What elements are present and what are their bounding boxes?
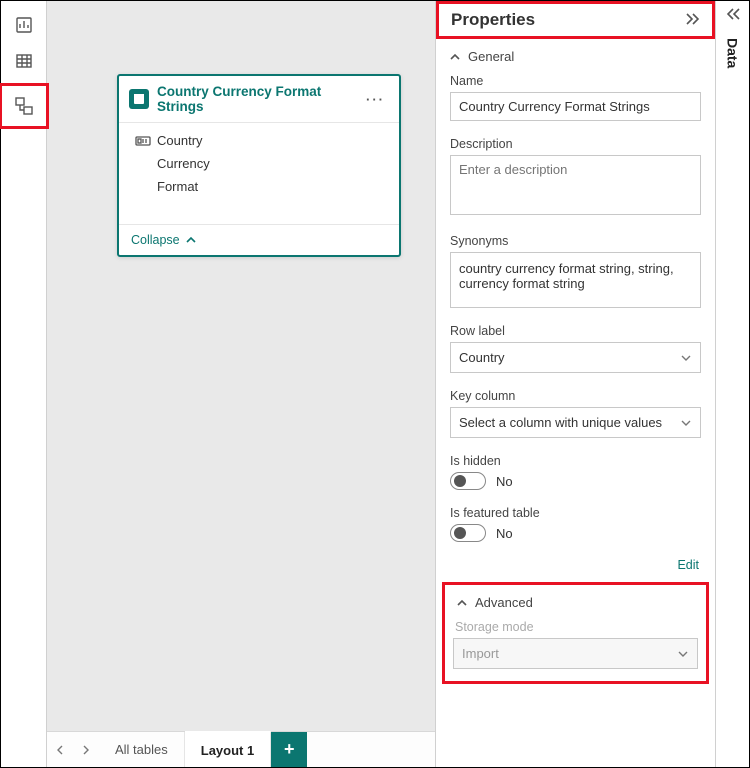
- tab-layout-1[interactable]: Layout 1: [185, 731, 271, 767]
- table-field-list: Country Currency Format: [119, 123, 399, 200]
- chevron-down-icon: [680, 418, 692, 428]
- tab-prev-button[interactable]: [47, 732, 73, 767]
- table-card-title: Country Currency Format Strings: [157, 84, 362, 114]
- advanced-section-label: Advanced: [475, 595, 533, 610]
- model-view-highlight: [0, 83, 49, 129]
- collapse-properties-button[interactable]: [684, 12, 702, 29]
- left-nav-rail: [1, 1, 47, 767]
- table-more-button[interactable]: ···: [362, 92, 389, 107]
- chevron-down-icon: [680, 353, 692, 363]
- tab-all-tables[interactable]: All tables: [99, 732, 185, 767]
- report-view-button[interactable]: [4, 9, 44, 41]
- advanced-section-highlight: Advanced Storage mode Import: [442, 582, 709, 684]
- name-label: Name: [450, 74, 701, 88]
- chevron-up-icon: [457, 598, 467, 608]
- expand-data-pane-button[interactable]: [724, 7, 742, 24]
- name-input[interactable]: [450, 92, 701, 121]
- properties-header: Properties: [436, 1, 715, 39]
- properties-panel: Properties General Name Description Syno…: [435, 1, 715, 767]
- synonyms-input[interactable]: country currency format string, string, …: [450, 252, 701, 308]
- advanced-section-header[interactable]: Advanced: [453, 591, 698, 614]
- table-field-row[interactable]: Currency: [119, 152, 399, 175]
- chevron-down-icon: [677, 649, 689, 659]
- field-label: Currency: [153, 156, 210, 171]
- properties-title: Properties: [451, 10, 535, 30]
- chevron-up-icon: [450, 52, 460, 62]
- collapse-label: Collapse: [131, 233, 180, 247]
- model-canvas[interactable]: Country Currency Format Strings ··· Coun…: [47, 1, 435, 767]
- tab-next-button[interactable]: [73, 732, 99, 767]
- table-field-row[interactable]: Country: [119, 129, 399, 152]
- table-field-row[interactable]: Format: [119, 175, 399, 198]
- description-label: Description: [450, 137, 701, 151]
- storage-mode-label: Storage mode: [453, 614, 698, 638]
- data-pane-label: Data: [725, 38, 741, 68]
- synonyms-label: Synonyms: [450, 234, 701, 248]
- is-featured-label: Is featured table: [450, 506, 701, 520]
- layout-tab-bar: All tables Layout 1 +: [47, 731, 435, 767]
- field-label: Format: [153, 179, 198, 194]
- table-card[interactable]: Country Currency Format Strings ··· Coun…: [117, 74, 401, 257]
- chevron-up-icon: [186, 235, 196, 245]
- add-layout-button[interactable]: +: [271, 732, 307, 767]
- general-section-header[interactable]: General: [436, 39, 715, 68]
- row-label-value: Country: [459, 350, 505, 365]
- collapse-button[interactable]: Collapse: [119, 224, 399, 255]
- is-hidden-state: No: [496, 474, 513, 489]
- edit-link[interactable]: Edit: [436, 552, 715, 582]
- storage-mode-value: Import: [462, 646, 499, 661]
- is-hidden-label: Is hidden: [450, 454, 701, 468]
- table-icon: [129, 89, 149, 109]
- description-input[interactable]: [450, 155, 701, 215]
- is-featured-toggle[interactable]: [450, 524, 486, 542]
- table-card-header[interactable]: Country Currency Format Strings ···: [119, 76, 399, 123]
- key-column-label: Key column: [450, 389, 701, 403]
- row-label-label: Row label: [450, 324, 701, 338]
- data-view-button[interactable]: [4, 45, 44, 77]
- is-hidden-toggle[interactable]: [450, 472, 486, 490]
- field-label: Country: [153, 133, 203, 148]
- key-field-icon: [133, 135, 153, 147]
- row-label-dropdown[interactable]: Country: [450, 342, 701, 373]
- key-column-value: Select a column with unique values: [459, 415, 662, 430]
- data-pane-collapsed: Data: [715, 1, 749, 767]
- model-view-button[interactable]: [4, 90, 44, 122]
- key-column-dropdown[interactable]: Select a column with unique values: [450, 407, 701, 438]
- storage-mode-dropdown: Import: [453, 638, 698, 669]
- general-section-label: General: [468, 49, 514, 64]
- is-featured-state: No: [496, 526, 513, 541]
